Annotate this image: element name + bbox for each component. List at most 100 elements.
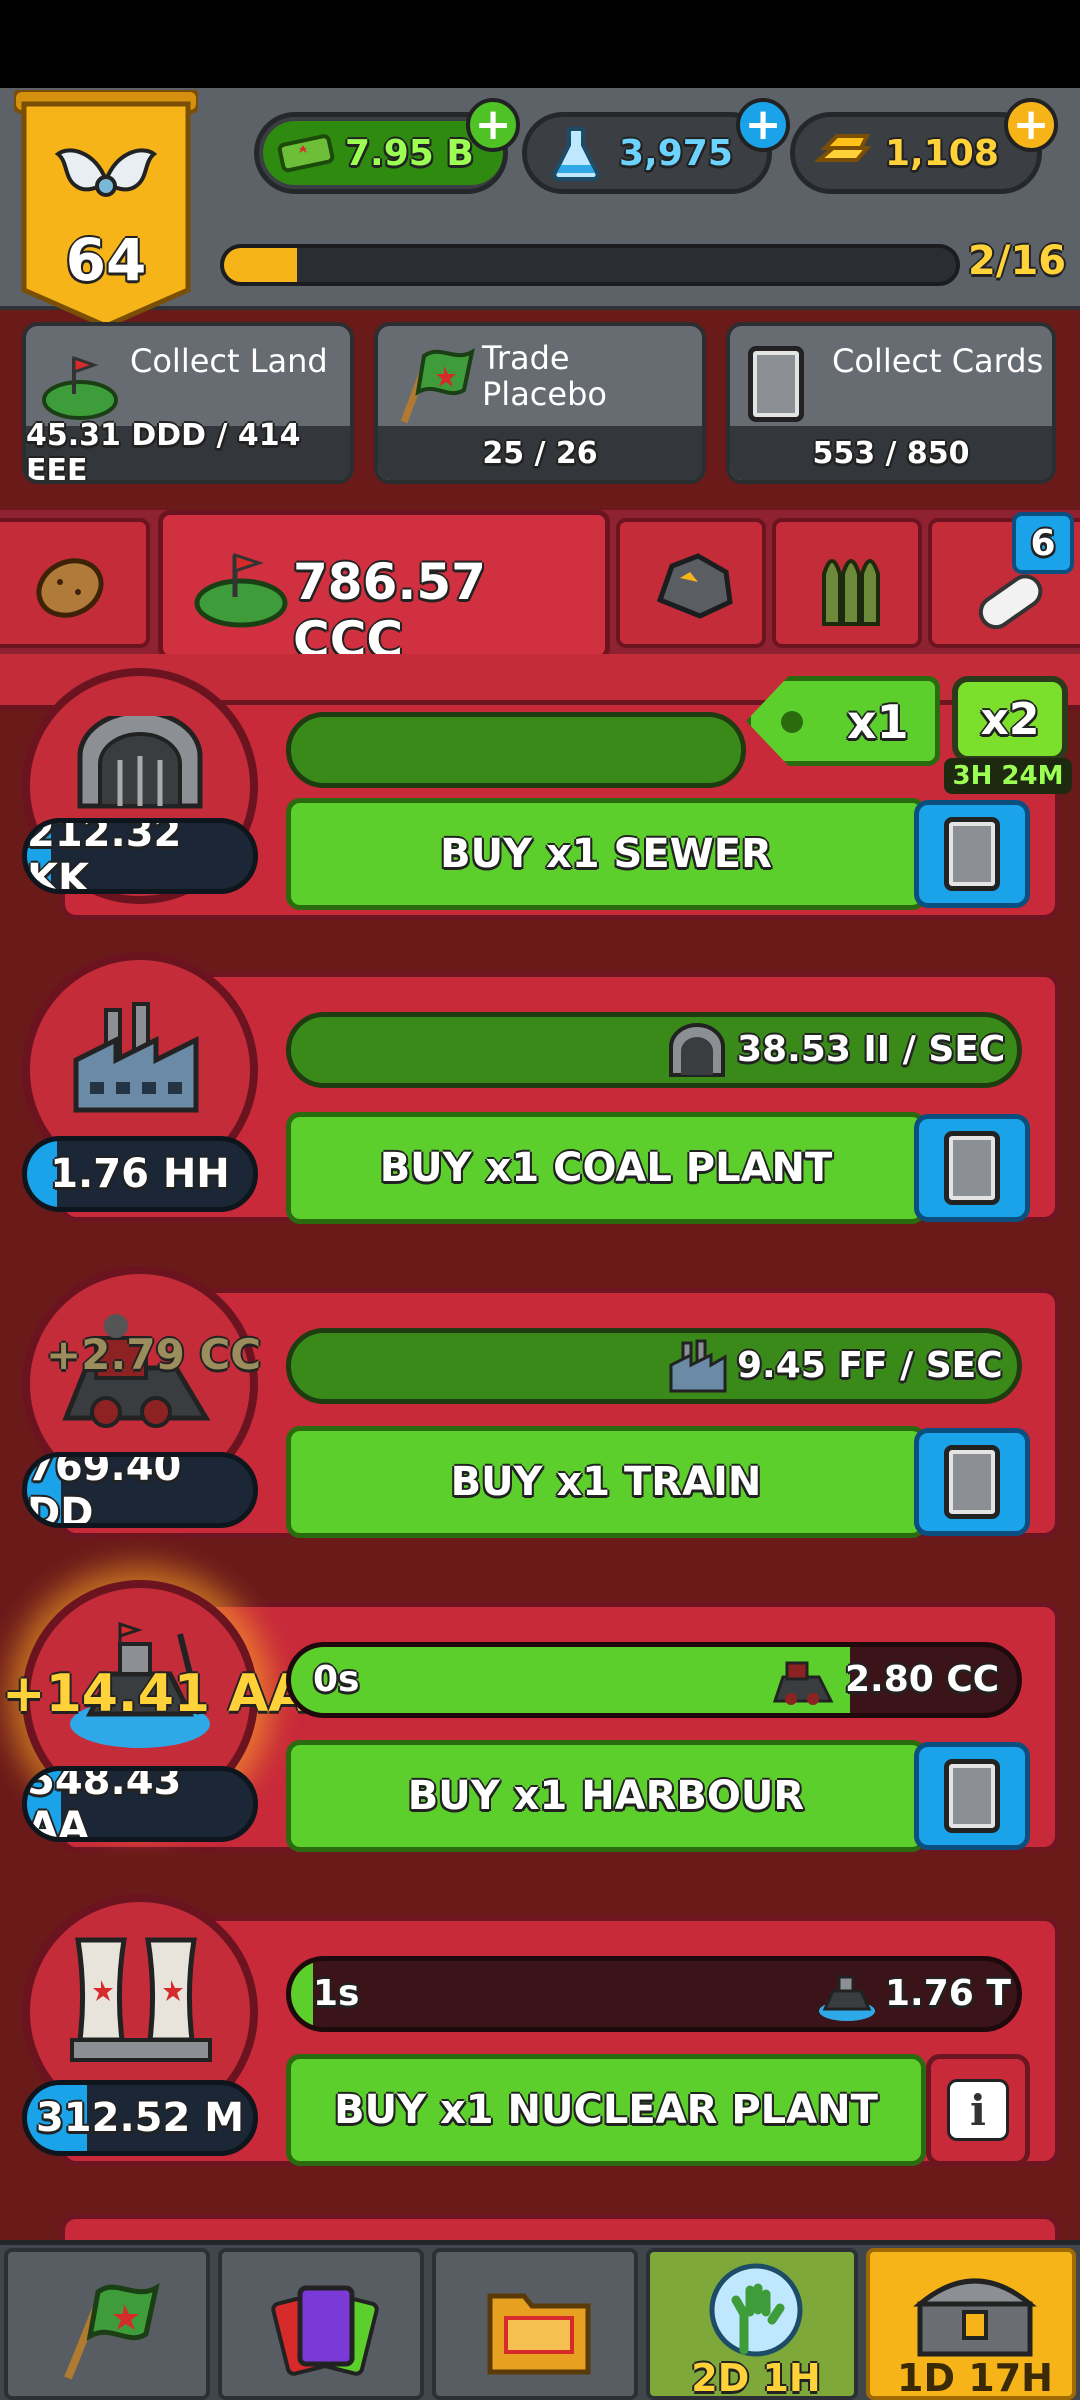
price-text: 769.40 DD bbox=[27, 1452, 182, 1528]
flag-icon bbox=[400, 348, 475, 424]
coal-plant-cards-button[interactable] bbox=[914, 1114, 1030, 1222]
sewer-price: 212.32 KK bbox=[22, 818, 258, 894]
train-price: 769.40 DD bbox=[22, 1452, 258, 1528]
tab-potato[interactable] bbox=[0, 518, 150, 648]
active-tab-amount: 786.57 CCC bbox=[293, 553, 486, 669]
coal-plant-icon bbox=[669, 1339, 727, 1393]
x2-boost-button[interactable]: x2 bbox=[952, 676, 1068, 762]
price-text: 312.52 M bbox=[35, 2095, 245, 2141]
coal-plant-production-bar: 38.53 II / SEC bbox=[286, 1012, 1022, 1088]
production-output: 1.76 T bbox=[885, 1973, 1011, 2014]
science-counter[interactable]: 3,975 bbox=[522, 112, 772, 194]
potato-icon bbox=[36, 558, 104, 618]
boost-label: x2 bbox=[980, 693, 1040, 745]
progress-fill bbox=[291, 1961, 313, 2027]
multiplier-label: x1 bbox=[847, 695, 909, 749]
ore-icon bbox=[656, 553, 733, 619]
notification-count: 6 bbox=[1030, 522, 1056, 564]
buy-nuclear-plant-button[interactable]: BUY x1 NUCLEAR PLANT bbox=[286, 2054, 926, 2166]
nav-missions[interactable] bbox=[4, 2248, 210, 2400]
production-rate: 38.53 II / SEC bbox=[737, 1029, 1006, 1070]
xp-progress-bar bbox=[220, 244, 960, 286]
quest-title: Trade Placebo bbox=[482, 339, 607, 413]
floating-gain: +2.79 CC bbox=[46, 1330, 262, 1379]
train-production-bar: 9.45 FF / SEC bbox=[286, 1328, 1022, 1404]
science-value: 3,975 bbox=[619, 132, 733, 174]
harbour-icon bbox=[819, 1975, 875, 2021]
tag-hole bbox=[781, 711, 803, 733]
gold-value: 1,108 bbox=[885, 132, 999, 174]
buy-harbour-button[interactable]: BUY x1 HARBOUR bbox=[286, 1740, 926, 1852]
folder-icon bbox=[487, 2293, 591, 2375]
quest-collect-cards[interactable]: Collect Cards 553 / 850 bbox=[726, 322, 1056, 484]
sewer-cards-button[interactable] bbox=[914, 800, 1030, 908]
train-cards-button[interactable] bbox=[914, 1428, 1030, 1536]
nav-cards[interactable] bbox=[218, 2248, 424, 2400]
card-icon bbox=[748, 346, 804, 422]
price-text: 548.43 AA bbox=[27, 1766, 182, 1842]
chest-timer: 1D 17H bbox=[897, 2356, 1053, 2400]
add-money-button[interactable]: + bbox=[466, 98, 520, 152]
harbour-price: 548.43 AA bbox=[22, 1766, 258, 1842]
progress-timer: 0s bbox=[313, 1659, 360, 1700]
land-icon bbox=[194, 552, 288, 628]
card-icon bbox=[944, 817, 1000, 891]
cards-icon bbox=[271, 2285, 379, 2376]
tab-ammo[interactable] bbox=[772, 518, 922, 648]
progress-fill bbox=[291, 1647, 851, 1713]
progress-timer: 1s bbox=[313, 1973, 360, 2014]
quest-collect-land[interactable]: Collect Land 45.31 DDD / 414 EEE bbox=[22, 322, 354, 484]
train-icon bbox=[772, 1661, 834, 1705]
status-bar bbox=[0, 0, 1080, 88]
flag-icon bbox=[64, 2283, 160, 2380]
coal-plant-price: 1.76 HH bbox=[22, 1136, 258, 1212]
zombie-timer: 2D 1H bbox=[691, 2356, 821, 2400]
nuclear-plant-price: 312.52 M bbox=[22, 2080, 258, 2156]
buy-train-button[interactable]: BUY x1 TRAIN bbox=[286, 1426, 926, 1538]
price-text: 212.32 KK bbox=[27, 818, 182, 894]
harbour-progress-bar: 0s 2.80 CC bbox=[286, 1642, 1022, 1718]
add-science-button[interactable]: + bbox=[736, 98, 790, 152]
wings-icon bbox=[54, 148, 158, 197]
quest-progress-text: 45.31 DDD / 414 EEE bbox=[26, 418, 350, 480]
gold-bars-icon bbox=[815, 134, 872, 162]
level-badge[interactable]: 64 bbox=[12, 88, 200, 330]
nuclear-plant-info-button[interactable]: i bbox=[926, 2054, 1030, 2166]
info-icon: i bbox=[947, 2079, 1009, 2141]
tab-ore[interactable] bbox=[616, 518, 766, 648]
tab-land-active[interactable]: 786.57 CCC bbox=[158, 510, 610, 669]
sewer-icon bbox=[669, 1023, 725, 1077]
quest-title: Collect Land bbox=[130, 342, 328, 380]
zombie-hand-icon bbox=[709, 2263, 803, 2357]
notification-badge: 6 bbox=[1012, 512, 1074, 574]
boost-timer-text: 3H 24M bbox=[952, 761, 1064, 791]
buy-sewer-button[interactable]: BUY x1 SEWER bbox=[286, 798, 926, 910]
level-number: 64 bbox=[65, 226, 147, 294]
floating-gain: +14.41 AA bbox=[2, 1664, 309, 1724]
xp-progress-text: 2/16 bbox=[968, 238, 1067, 284]
harbour-cards-button[interactable] bbox=[914, 1742, 1030, 1850]
buy-coal-plant-button[interactable]: BUY x1 COAL PLANT bbox=[286, 1112, 926, 1224]
quest-progress-text: 25 / 26 bbox=[378, 426, 702, 480]
production-rate: 9.45 FF / SEC bbox=[737, 1345, 1003, 1386]
add-gold-button[interactable]: + bbox=[1004, 98, 1058, 152]
price-text: 1.76 HH bbox=[50, 1151, 230, 1197]
quest-progress-text: 553 / 850 bbox=[730, 426, 1052, 480]
nav-documents[interactable] bbox=[432, 2248, 638, 2400]
sewer-icon bbox=[77, 716, 203, 809]
land-icon bbox=[42, 355, 118, 420]
money-icon bbox=[277, 134, 335, 173]
coal-plant-icon bbox=[73, 1002, 199, 1113]
flask-icon bbox=[552, 127, 600, 181]
nav-zombie-event[interactable]: 2D 1H bbox=[646, 2248, 858, 2400]
money-value: 7.95 B bbox=[345, 132, 474, 174]
sewer-production-bar bbox=[286, 712, 746, 788]
card-icon bbox=[944, 1445, 1000, 1519]
production-output: 2.80 CC bbox=[845, 1659, 1000, 1700]
quest-trade-placebo[interactable]: Trade Placebo 25 / 26 bbox=[374, 322, 706, 484]
nav-treasure-chest[interactable]: 1D 17H bbox=[866, 2248, 1076, 2400]
bullets-icon bbox=[822, 559, 880, 626]
nuclear-plant-progress-bar: 1s 1.76 T bbox=[286, 1956, 1022, 2032]
card-icon bbox=[944, 1759, 1000, 1833]
xp-progress-fill bbox=[224, 248, 298, 282]
